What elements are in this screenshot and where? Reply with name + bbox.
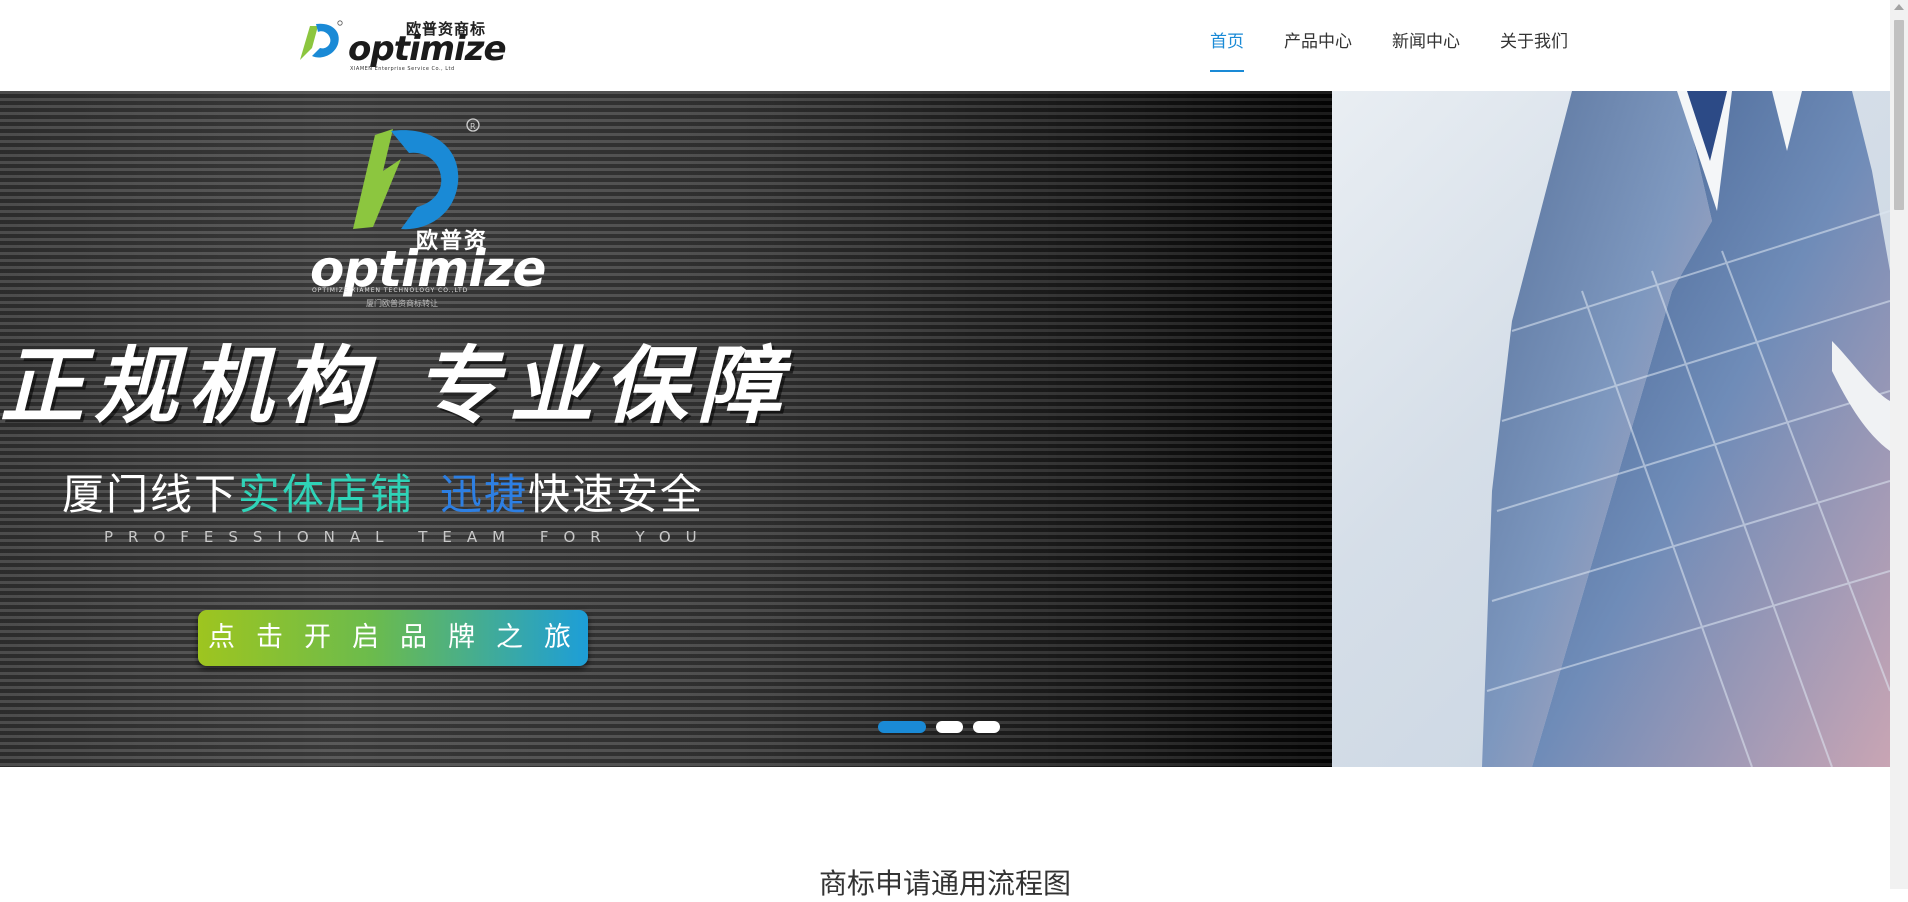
page-scrollbar[interactable] — [1890, 0, 1908, 889]
banner-subline: 厦门线下实体店铺 迅捷快速安全 — [62, 461, 704, 522]
site-header: 欧普资商标 optimize XIAMEN Enterprise Service… — [0, 0, 1890, 91]
carousel-dot-3[interactable] — [973, 721, 1000, 733]
logo-mark-icon — [300, 20, 343, 60]
svg-text:R: R — [470, 122, 476, 131]
scrollbar-thumb[interactable] — [1894, 20, 1904, 210]
scroll-up-arrow-icon[interactable] — [1894, 4, 1904, 10]
businessman-suit-image — [1482, 91, 1890, 767]
brand-company-line: OPTIMIZE XIAMEN TECHNOLOGY CO.,LTD — [312, 287, 469, 294]
nav-item-products[interactable]: 产品中心 — [1284, 0, 1352, 91]
main-nav: 首页 产品中心 新闻中心 关于我们 — [1210, 0, 1608, 91]
carousel-dot-2[interactable] — [936, 721, 963, 733]
subline-part-safe: 快速安全 — [528, 470, 705, 519]
banner-headline: 正规机构 专业保障 — [0, 336, 792, 435]
subline-part-offline: 厦门线下 — [62, 470, 239, 519]
logo-english-text: optimize — [348, 29, 507, 69]
brand-small-caption: 厦门欧普资商标转让 — [366, 299, 438, 308]
process-section-title: 商标申请通用流程图 — [818, 867, 1071, 900]
hero-banner[interactable]: R 欧普资 optimize OPTIMIZE XIAMEN TECHNOLOG… — [0, 91, 1890, 767]
nav-item-about[interactable]: 关于我们 — [1500, 0, 1568, 91]
nav-item-news[interactable]: 新闻中心 — [1392, 0, 1460, 91]
start-brand-journey-button[interactable]: 点击开启品牌之旅 — [198, 610, 588, 666]
logo-subtitle: XIAMEN Enterprise Service Co., Ltd — [350, 66, 455, 72]
site-logo[interactable]: 欧普资商标 optimize XIAMEN Enterprise Service… — [296, 14, 507, 72]
subline-part-swift: 迅捷 — [440, 470, 529, 519]
banner-business-image — [1332, 91, 1890, 767]
nav-item-home[interactable]: 首页 — [1210, 0, 1244, 91]
banner-tagline: PROFESSIONAL TEAM FOR YOU — [104, 528, 712, 546]
carousel-indicators — [878, 721, 1000, 733]
carousel-dot-1[interactable] — [878, 721, 926, 733]
subline-part-store: 实体店铺 — [238, 470, 415, 519]
